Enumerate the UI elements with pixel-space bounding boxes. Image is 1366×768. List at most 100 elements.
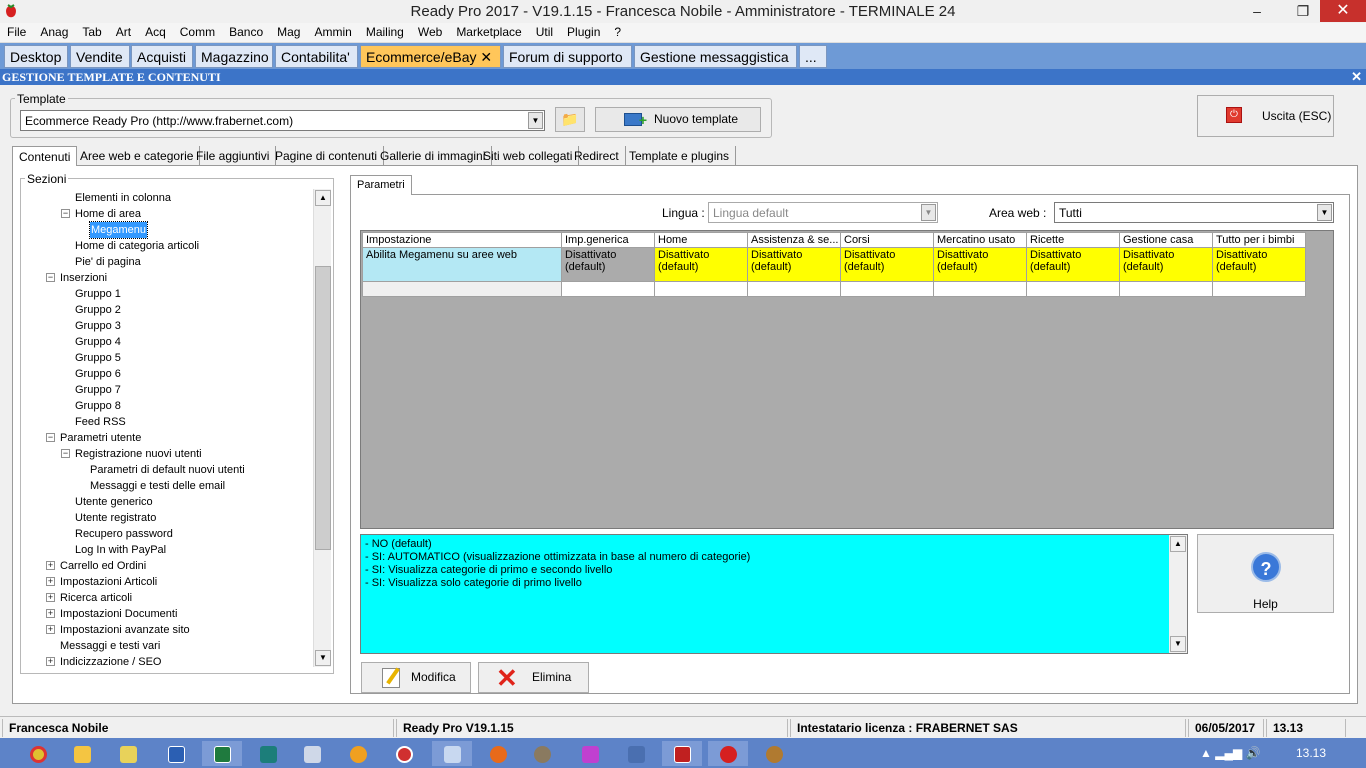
area-value-cell[interactable]: Disattivato (default) xyxy=(747,247,841,282)
publisher-icon[interactable] xyxy=(248,741,288,766)
tab-contabilita[interactable]: Contabilita' xyxy=(275,45,358,68)
tree-expander-icon[interactable]: − xyxy=(46,273,55,282)
scroll-down-icon[interactable]: ▼ xyxy=(1170,636,1186,652)
menu-banco[interactable]: Banco xyxy=(222,23,270,39)
generic-value-cell[interactable]: Disattivato (default) xyxy=(561,247,655,282)
tree-item[interactable]: Impostazioni avanzate sito xyxy=(60,622,190,638)
new-template-button[interactable]: Nuovo template xyxy=(595,107,761,132)
tab-vendite[interactable]: Vendite xyxy=(70,45,130,68)
column-header[interactable]: Gestione casa xyxy=(1119,232,1213,248)
excel-icon[interactable] xyxy=(202,741,242,766)
tree-item[interactable]: Inserzioni xyxy=(60,270,107,286)
tab-ecommerce-ebay[interactable]: Ecommerce/eBay ✕ xyxy=(360,45,501,68)
tree-expander-icon[interactable]: − xyxy=(46,433,55,442)
menu-file[interactable]: File xyxy=(0,23,33,39)
menu-ammin[interactable]: Ammin xyxy=(307,23,358,39)
area-value-cell[interactable]: Disattivato (default) xyxy=(1212,247,1306,282)
tree-item[interactable]: Ricerca articoli xyxy=(60,590,132,606)
tree-item[interactable]: Elementi in colonna xyxy=(75,190,171,206)
tree-item[interactable]: Gruppo 8 xyxy=(75,398,121,414)
minimize-button[interactable]: – xyxy=(1236,0,1278,22)
tree-item[interactable]: Carrello ed Ordini xyxy=(60,558,146,574)
menu-web[interactable]: Web xyxy=(411,23,449,39)
word-icon[interactable] xyxy=(156,741,196,766)
tab-forum-di-supporto[interactable]: Forum di supporto xyxy=(503,45,632,68)
tab-redirect[interactable]: Redirect xyxy=(568,146,626,166)
table-row-empty[interactable] xyxy=(362,281,1306,297)
tree-item[interactable]: Messaggi e testi delle email xyxy=(90,478,225,494)
scroll-down-icon[interactable]: ▼ xyxy=(315,650,331,666)
area-value-cell[interactable]: Disattivato (default) xyxy=(1119,247,1213,282)
menu-tab[interactable]: Tab xyxy=(75,23,108,39)
tab-desktop[interactable]: Desktop xyxy=(4,45,68,68)
menu-marketplace[interactable]: Marketplace xyxy=(449,23,528,39)
description-box[interactable]: - NO (default) - SI: AUTOMATICO (visuali… xyxy=(360,534,1188,654)
paint-icon[interactable] xyxy=(432,741,472,766)
tree-item[interactable]: Parametri di default nuovi utenti xyxy=(90,462,245,478)
chevron-down-icon[interactable]: ▼ xyxy=(1317,204,1332,221)
column-header[interactable]: Mercatino usato xyxy=(933,232,1027,248)
menu-util[interactable]: Util xyxy=(529,23,560,39)
tree-item[interactable]: Registrazione nuovi utenti xyxy=(75,446,202,462)
setting-cell[interactable]: Abilita Megamenu su aree web xyxy=(362,247,562,282)
tree-expander-icon[interactable]: − xyxy=(61,449,70,458)
modify-button[interactable]: Modifica xyxy=(361,662,471,693)
scroll-up-icon[interactable]: ▲ xyxy=(1170,536,1186,552)
tree-scrollbar[interactable]: ▲ ▼ xyxy=(313,189,331,667)
menu-mailing[interactable]: Mailing xyxy=(359,23,411,39)
firefox-icon[interactable] xyxy=(478,741,518,766)
chevron-down-icon[interactable]: ▼ xyxy=(921,204,936,221)
gimp-icon[interactable] xyxy=(522,741,562,766)
tree-item[interactable]: Parametri utente xyxy=(60,430,141,446)
tree-item[interactable]: Pie' di pagina xyxy=(75,254,141,270)
tree-item[interactable]: Gruppo 6 xyxy=(75,366,121,382)
area-value-cell[interactable]: Disattivato (default) xyxy=(654,247,748,282)
description-scrollbar[interactable]: ▲ ▼ xyxy=(1169,535,1187,653)
puzzle-icon[interactable] xyxy=(570,741,610,766)
calculator-icon[interactable] xyxy=(292,741,332,766)
tree-item[interactable]: Gruppo 5 xyxy=(75,350,121,366)
menu-art[interactable]: Art xyxy=(109,23,138,39)
filezilla-icon[interactable] xyxy=(662,741,702,766)
area-web-select[interactable]: Tutti ▼ xyxy=(1054,202,1334,223)
tree-expander-icon[interactable]: − xyxy=(61,209,70,218)
chevron-down-icon[interactable]: ▼ xyxy=(528,112,543,129)
tree-item[interactable]: Indicizzazione / SEO xyxy=(60,654,162,669)
column-header[interactable]: Home xyxy=(654,232,748,248)
exit-button[interactable]: ⏻ Uscita (ESC) xyxy=(1197,95,1334,137)
tree-item[interactable]: Home di categoria articoli xyxy=(75,238,199,254)
column-header[interactable]: Ricette xyxy=(1026,232,1120,248)
tab-parametri[interactable]: Parametri xyxy=(350,175,412,195)
tab-more[interactable]: ... xyxy=(799,45,827,68)
tree-item[interactable]: Messaggi e testi vari xyxy=(60,638,160,654)
open-folder-button[interactable]: 📁 xyxy=(555,107,585,132)
tab-gallerie-immagini[interactable]: Gallerie di immagini xyxy=(374,146,493,166)
menu-plugin[interactable]: Plugin xyxy=(560,23,607,39)
tab-magazzino[interactable]: Magazzino xyxy=(195,45,273,68)
tab-siti-web-collegati[interactable]: Siti web collegati xyxy=(477,146,580,166)
column-header[interactable]: Imp.generica xyxy=(561,232,655,248)
menu-mag[interactable]: Mag xyxy=(270,23,307,39)
scroll-up-icon[interactable]: ▲ xyxy=(315,190,331,206)
tab-gestione-messaggistica[interactable]: Gestione messaggistica xyxy=(634,45,797,68)
tab-pagine-contenuti[interactable]: Pagine di contenuti xyxy=(269,146,385,166)
tree-expander-icon[interactable]: + xyxy=(46,561,55,570)
tree-item[interactable]: Utente generico xyxy=(75,494,153,510)
tree-item[interactable]: Utente registrato xyxy=(75,510,156,526)
file-explorer-icon[interactable] xyxy=(62,741,102,766)
burger-app-icon[interactable] xyxy=(754,741,794,766)
close-button[interactable]: ✕ xyxy=(1320,0,1366,22)
template-select[interactable]: Ecommerce Ready Pro (http://www.fraberne… xyxy=(20,110,545,131)
tree-expander-icon[interactable]: + xyxy=(46,625,55,634)
tray-icons[interactable]: ▲ ▂▄▆ 🔊 xyxy=(1200,746,1260,760)
tree-item[interactable]: Gruppo 7 xyxy=(75,382,121,398)
help-button[interactable]: ? Help xyxy=(1197,534,1334,613)
tab-aree-web-categorie[interactable]: Aree web e categorie xyxy=(74,146,201,166)
tab-file-aggiuntivi[interactable]: File aggiuntivi xyxy=(190,146,277,166)
tree-item[interactable]: Recupero password xyxy=(75,526,173,542)
clock[interactable]: 13.13 xyxy=(1296,746,1326,760)
tree-expander-icon[interactable]: + xyxy=(46,609,55,618)
tree-expander-icon[interactable]: + xyxy=(46,657,55,666)
delete-button[interactable]: ✕ Elimina xyxy=(478,662,589,693)
tree-item[interactable]: Gruppo 4 xyxy=(75,334,121,350)
